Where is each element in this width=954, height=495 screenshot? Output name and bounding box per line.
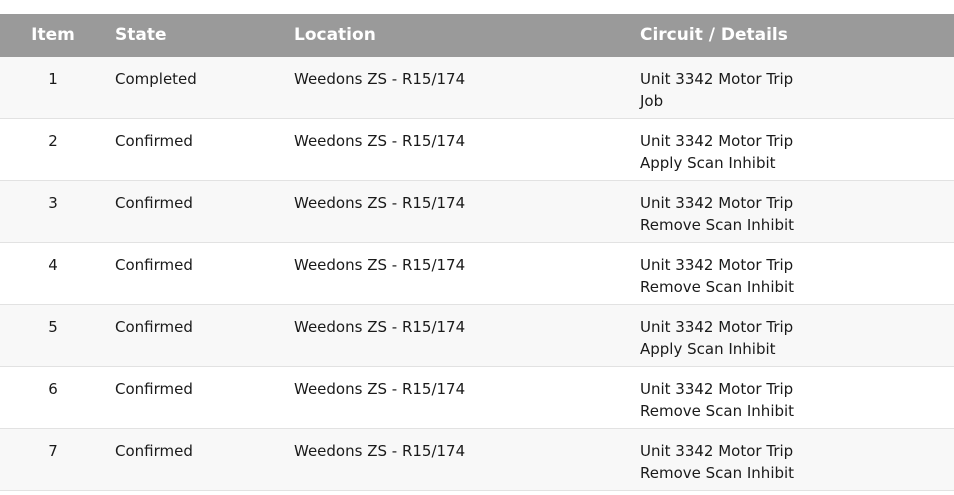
location-cell: Weedons ZS - R15/174 — [294, 256, 466, 274]
location-cell: Weedons ZS - R15/174 — [294, 380, 466, 398]
item-number: 7 — [48, 442, 58, 460]
page: Item State Location Circuit / Details 1 … — [0, 0, 954, 495]
state-cell: Confirmed — [115, 256, 193, 274]
location-cell: Weedons ZS - R15/174 — [294, 318, 466, 336]
table-row[interactable]: 3 Confirmed Weedons ZS - R15/174 Unit 33… — [0, 181, 954, 243]
circuit-name: Unit 3342 Motor Trip — [640, 132, 794, 150]
table-row[interactable]: 7 Confirmed Weedons ZS - R15/174 Unit 33… — [0, 429, 954, 491]
items-table: Item State Location Circuit / Details 1 … — [0, 14, 954, 491]
state-cell: Completed — [115, 70, 197, 88]
circuit-details-cell: Unit 3342 Motor Trip Remove Scan Inhibit — [640, 440, 794, 484]
location-cell: Weedons ZS - R15/174 — [294, 132, 466, 150]
header-circuit-details[interactable]: Circuit / Details — [640, 14, 788, 57]
circuit-details-cell: Unit 3342 Motor Trip Apply Scan Inhibit — [640, 316, 793, 360]
item-number: 5 — [48, 318, 58, 336]
item-number: 6 — [48, 380, 58, 398]
header-item[interactable]: Item — [0, 14, 106, 57]
circuit-detail: Apply Scan Inhibit — [640, 340, 776, 358]
circuit-details-cell: Unit 3342 Motor Trip Apply Scan Inhibit — [640, 130, 793, 174]
table-row[interactable]: 5 Confirmed Weedons ZS - R15/174 Unit 33… — [0, 305, 954, 367]
item-number: 1 — [48, 70, 58, 88]
circuit-name: Unit 3342 Motor Trip — [640, 194, 794, 212]
circuit-name: Unit 3342 Motor Trip — [640, 380, 794, 398]
circuit-name: Unit 3342 Motor Trip — [640, 318, 794, 336]
circuit-detail: Remove Scan Inhibit — [640, 216, 795, 234]
circuit-detail: Job — [640, 92, 664, 110]
table-row[interactable]: 6 Confirmed Weedons ZS - R15/174 Unit 33… — [0, 367, 954, 429]
circuit-details-cell: Unit 3342 Motor Trip Remove Scan Inhibit — [640, 378, 794, 422]
circuit-detail: Remove Scan Inhibit — [640, 278, 795, 296]
circuit-detail: Apply Scan Inhibit — [640, 154, 776, 172]
circuit-details-cell: Unit 3342 Motor Trip Job — [640, 68, 793, 112]
circuit-name: Unit 3342 Motor Trip — [640, 256, 794, 274]
header-location[interactable]: Location — [294, 14, 376, 57]
item-number: 4 — [48, 256, 58, 274]
state-cell: Confirmed — [115, 380, 193, 398]
circuit-details-cell: Unit 3342 Motor Trip Remove Scan Inhibit — [640, 192, 794, 236]
table-header: Item State Location Circuit / Details — [0, 14, 954, 57]
circuit-details-cell: Unit 3342 Motor Trip Remove Scan Inhibit — [640, 254, 794, 298]
state-cell: Confirmed — [115, 318, 193, 336]
circuit-name: Unit 3342 Motor Trip — [640, 442, 794, 460]
location-cell: Weedons ZS - R15/174 — [294, 442, 466, 460]
item-number: 2 — [48, 132, 58, 150]
item-number: 3 — [48, 194, 58, 212]
header-state[interactable]: State — [115, 14, 167, 57]
circuit-detail: Remove Scan Inhibit — [640, 402, 795, 420]
state-cell: Confirmed — [115, 442, 193, 460]
circuit-detail: Remove Scan Inhibit — [640, 464, 795, 482]
table-row[interactable]: 1 Completed Weedons ZS - R15/174 Unit 33… — [0, 57, 954, 119]
table-row[interactable]: 2 Confirmed Weedons ZS - R15/174 Unit 33… — [0, 119, 954, 181]
state-cell: Confirmed — [115, 132, 193, 150]
location-cell: Weedons ZS - R15/174 — [294, 194, 466, 212]
state-cell: Confirmed — [115, 194, 193, 212]
circuit-name: Unit 3342 Motor Trip — [640, 70, 794, 88]
location-cell: Weedons ZS - R15/174 — [294, 70, 466, 88]
table-row[interactable]: 4 Confirmed Weedons ZS - R15/174 Unit 33… — [0, 243, 954, 305]
